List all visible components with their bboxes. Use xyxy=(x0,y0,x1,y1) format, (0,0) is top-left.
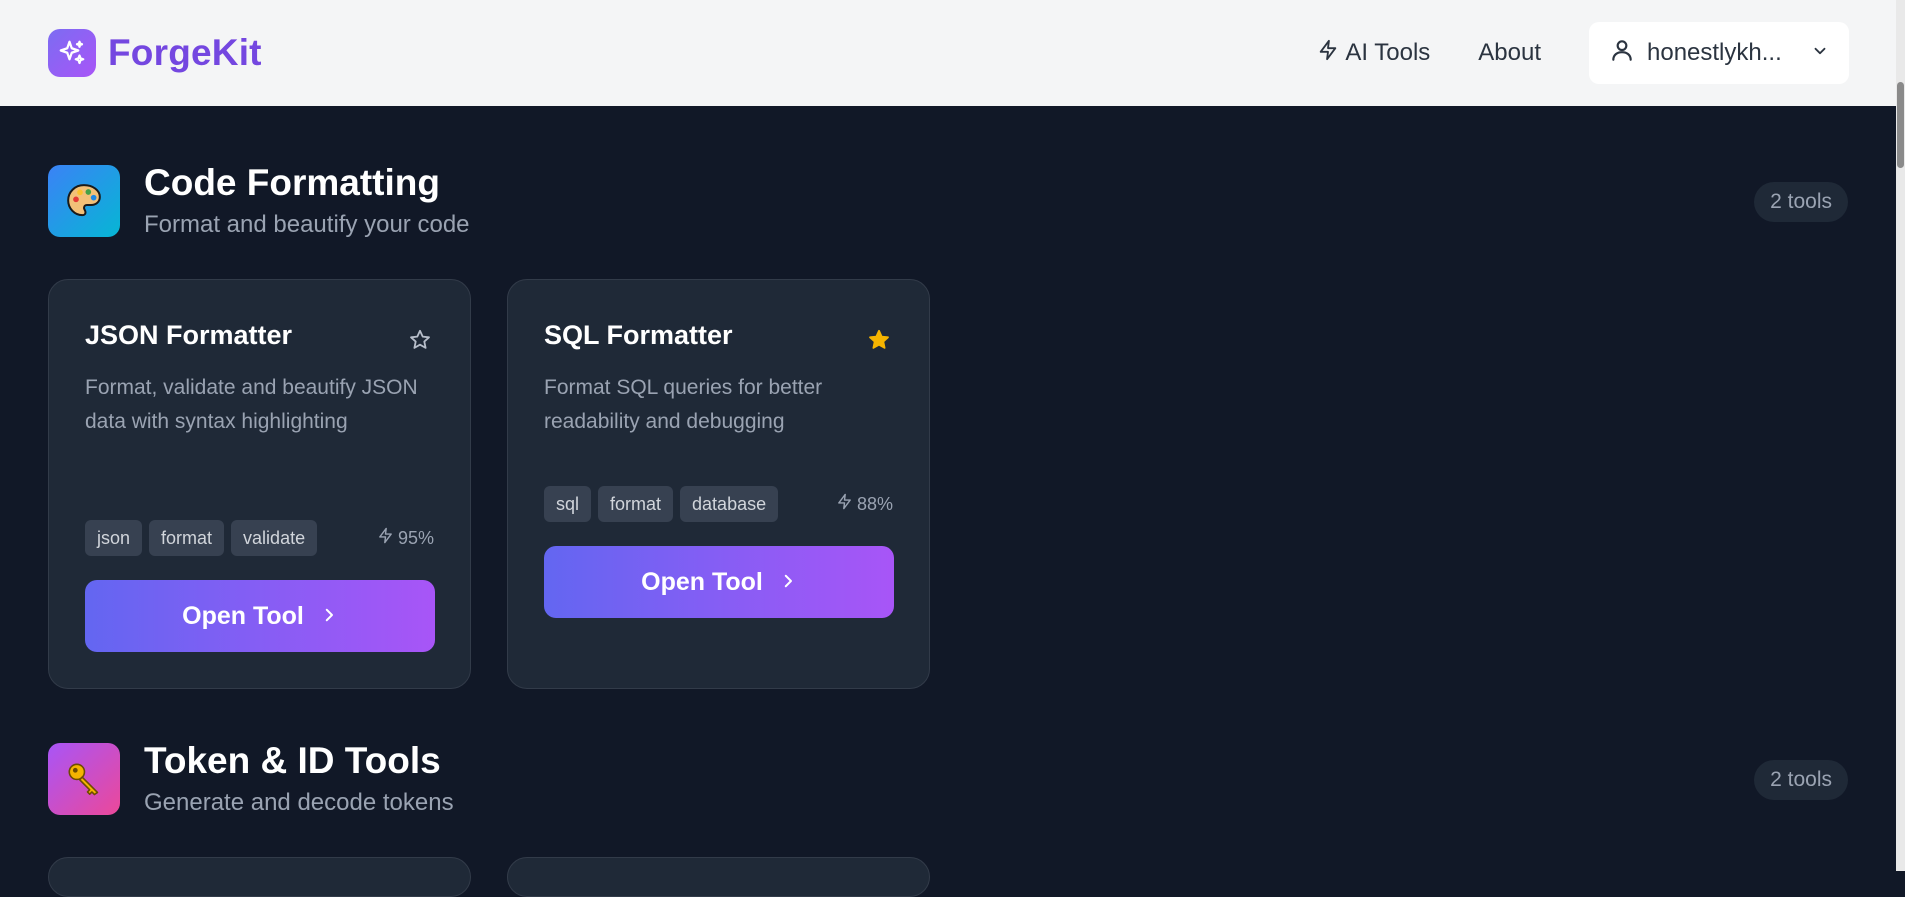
tag: json xyxy=(85,520,143,556)
score-value: 95% xyxy=(397,527,434,548)
tag: format xyxy=(149,520,225,556)
section-subtitle: Generate and decode tokens xyxy=(144,789,454,816)
user-icon xyxy=(1609,37,1635,70)
brand-logo[interactable]: ForgeKit xyxy=(48,29,262,77)
user-name: honestlykh... xyxy=(1647,39,1782,66)
nav-about[interactable]: About xyxy=(1478,39,1541,67)
tool-card xyxy=(507,857,930,897)
nav-ai-tools-label: AI Tools xyxy=(1345,39,1431,66)
tool-card-sql-formatter: SQL Formatter Format SQL queries for bet… xyxy=(507,279,930,689)
card-description: Format, validate and beautify JSON data … xyxy=(85,376,418,433)
tool-card xyxy=(48,857,471,897)
top-navbar: ForgeKit AI Tools About honestlykh... xyxy=(0,0,1896,106)
brand-name: ForgeKit xyxy=(108,32,262,73)
key-icon xyxy=(48,743,120,815)
section-title: Token & ID Tools xyxy=(144,740,441,781)
open-tool-label: Open Tool xyxy=(641,567,763,596)
card-description: Format SQL queries for better readabilit… xyxy=(544,376,823,433)
tag: database xyxy=(680,486,779,522)
tag: sql xyxy=(544,486,592,522)
tag-list: json format validate xyxy=(85,520,318,556)
section-token-id-tools-header: Token & ID Tools Generate and decode tok… xyxy=(48,740,1848,823)
favorite-star-icon[interactable] xyxy=(406,326,434,354)
card-title: SQL Formatter xyxy=(544,320,733,350)
sparkles-icon xyxy=(48,29,96,77)
palette-icon xyxy=(48,165,120,237)
scrollbar-thumb[interactable] xyxy=(1897,82,1904,168)
open-tool-button[interactable]: Open Tool xyxy=(85,580,435,652)
nav-about-label: About xyxy=(1478,39,1541,66)
page-scrollbar[interactable] xyxy=(1896,0,1905,871)
nav-ai-tools[interactable]: AI Tools xyxy=(1317,39,1430,68)
main-nav: AI Tools About honestlykh... xyxy=(1317,22,1849,84)
section-code-formatting-header: Code Formatting Format and beautify your… xyxy=(48,162,1848,245)
tool-count-badge: 2 tools xyxy=(1754,182,1848,222)
card-title: JSON Formatter xyxy=(85,320,293,350)
open-tool-button[interactable]: Open Tool xyxy=(544,546,894,618)
popularity-score: 95% xyxy=(377,520,434,556)
favorite-star-icon[interactable] xyxy=(865,326,893,354)
score-value: 88% xyxy=(856,493,893,514)
user-menu-button[interactable]: honestlykh... xyxy=(1589,22,1849,84)
tool-card-json-formatter: JSON Formatter Format, validate and beau… xyxy=(48,279,471,689)
lightning-icon xyxy=(377,527,394,549)
chevron-right-icon xyxy=(320,602,338,631)
chevron-right-icon xyxy=(779,568,797,597)
tool-count-badge: 2 tools xyxy=(1754,760,1848,800)
section-subtitle: Format and beautify your code xyxy=(144,211,470,238)
lightning-icon xyxy=(836,493,853,515)
tag: format xyxy=(598,486,674,522)
popularity-score: 88% xyxy=(836,486,893,522)
open-tool-label: Open Tool xyxy=(182,601,304,630)
section-title: Code Formatting xyxy=(144,162,440,203)
lightning-icon xyxy=(1317,39,1339,68)
tag: validate xyxy=(231,520,318,556)
tag-list: sql format database xyxy=(544,486,779,522)
chevron-down-icon xyxy=(1811,39,1829,67)
